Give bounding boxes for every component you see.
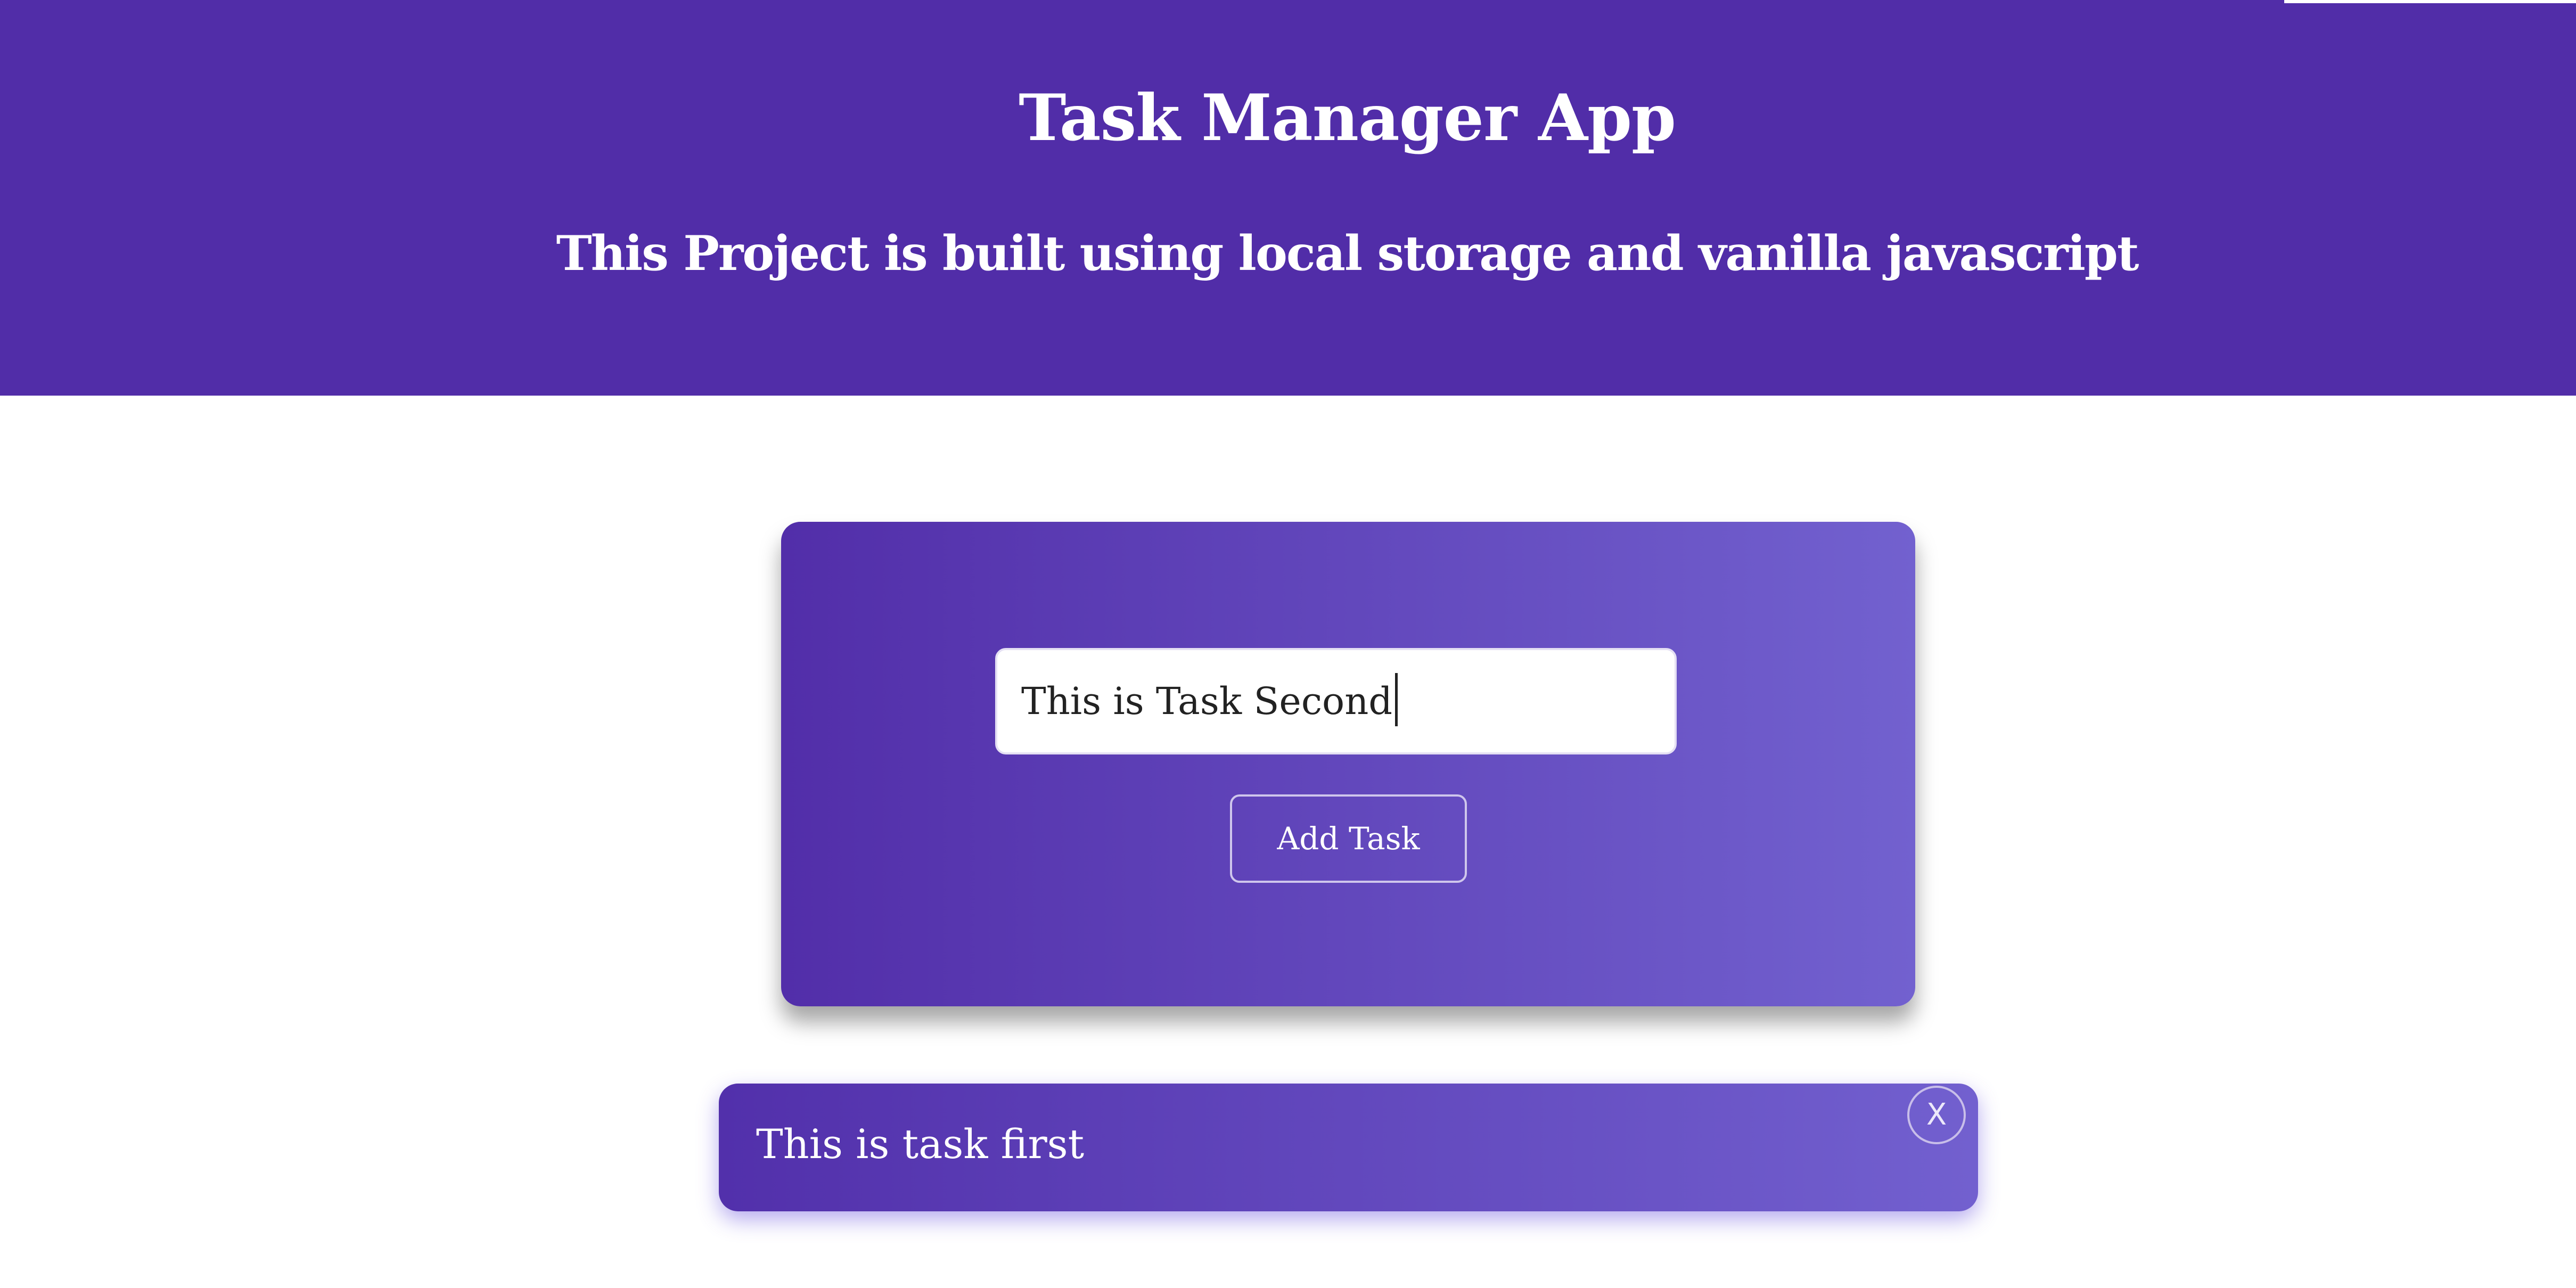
task-input-card: Add Task xyxy=(781,522,1915,1006)
add-task-button[interactable]: Add Task xyxy=(1230,794,1467,883)
header-edge xyxy=(2284,0,2576,3)
task-input[interactable] xyxy=(995,648,1677,754)
app-title: Task Manager App xyxy=(1019,80,1676,155)
app-subtitle: This Project is built using local storag… xyxy=(556,225,2139,282)
text-caret xyxy=(1395,673,1398,726)
task-item: This is task first X xyxy=(719,1084,1978,1211)
task-text: This is task first xyxy=(756,1120,1085,1168)
close-icon[interactable]: X xyxy=(1907,1086,1966,1144)
app-header: Task Manager App This Project is built u… xyxy=(0,0,2576,396)
